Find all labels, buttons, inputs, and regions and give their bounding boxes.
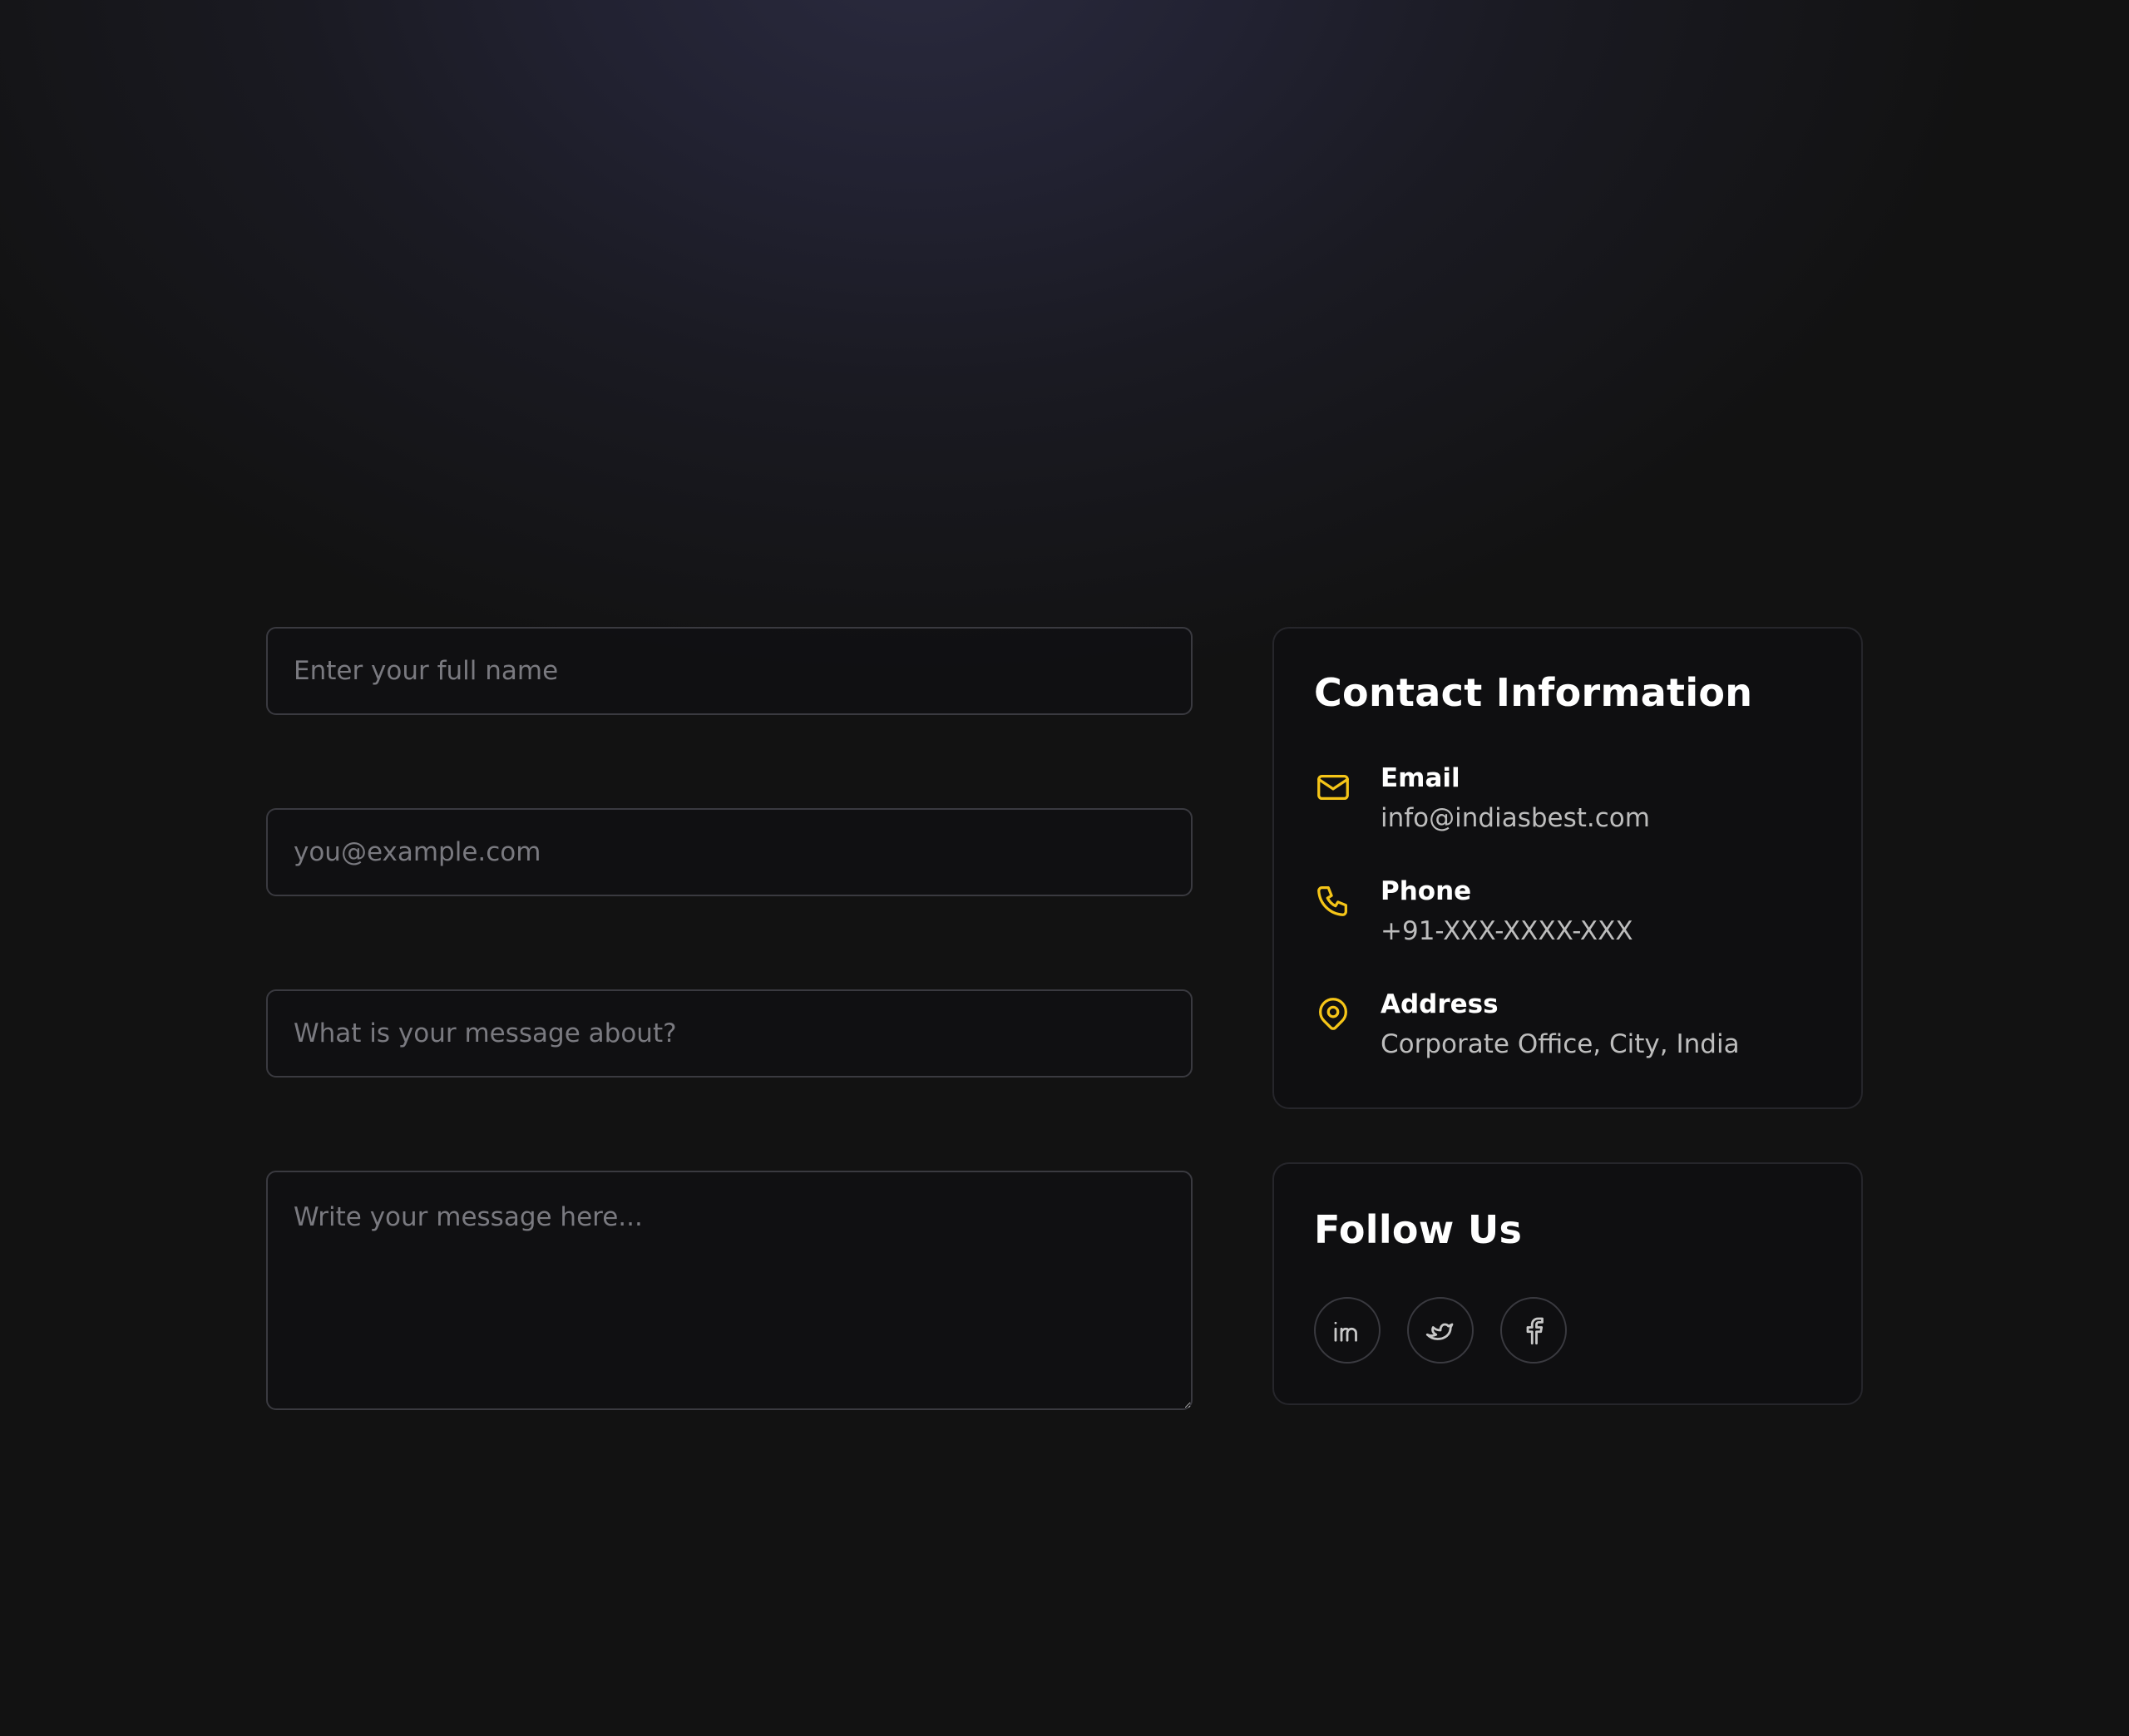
contact-item-email: Email info@indiasbest.com — [1314, 763, 1830, 846]
email-input[interactable] — [266, 808, 1193, 896]
phone-value: +91-XXX-XXXX-XXX — [1381, 916, 1633, 946]
follow-us-title: Follow Us — [1314, 1207, 1523, 1252]
twitter-button[interactable] — [1407, 1297, 1474, 1364]
phone-label: Phone — [1381, 876, 1472, 906]
map-pin-icon — [1319, 998, 1347, 1030]
contact-information-title: Contact Information — [1314, 670, 1753, 715]
message-textarea[interactable] — [266, 1171, 1193, 1410]
linkedin-button[interactable] — [1314, 1297, 1381, 1364]
mail-icon — [1317, 774, 1349, 801]
email-label: Email — [1381, 763, 1460, 793]
contact-item-phone: Phone +91-XXX-XXXX-XXX — [1314, 876, 1830, 959]
email-value: info@indiasbest.com — [1381, 803, 1650, 833]
twitter-icon — [1425, 1323, 1454, 1340]
facebook-icon — [1526, 1317, 1544, 1345]
address-label: Address — [1381, 989, 1499, 1019]
contact-information-card: Contact Information Email info@indiasbes… — [1272, 627, 1863, 1109]
address-value: Corporate Office, City, India — [1381, 1029, 1740, 1059]
subject-input[interactable] — [266, 989, 1193, 1078]
phone-icon — [1317, 886, 1347, 916]
full-name-input[interactable] — [266, 627, 1193, 715]
facebook-button[interactable] — [1500, 1297, 1567, 1364]
contact-item-address: Address Corporate Office, City, India — [1314, 989, 1830, 1073]
follow-us-card: Follow Us — [1272, 1162, 1863, 1405]
linkedin-icon — [1334, 1321, 1357, 1342]
